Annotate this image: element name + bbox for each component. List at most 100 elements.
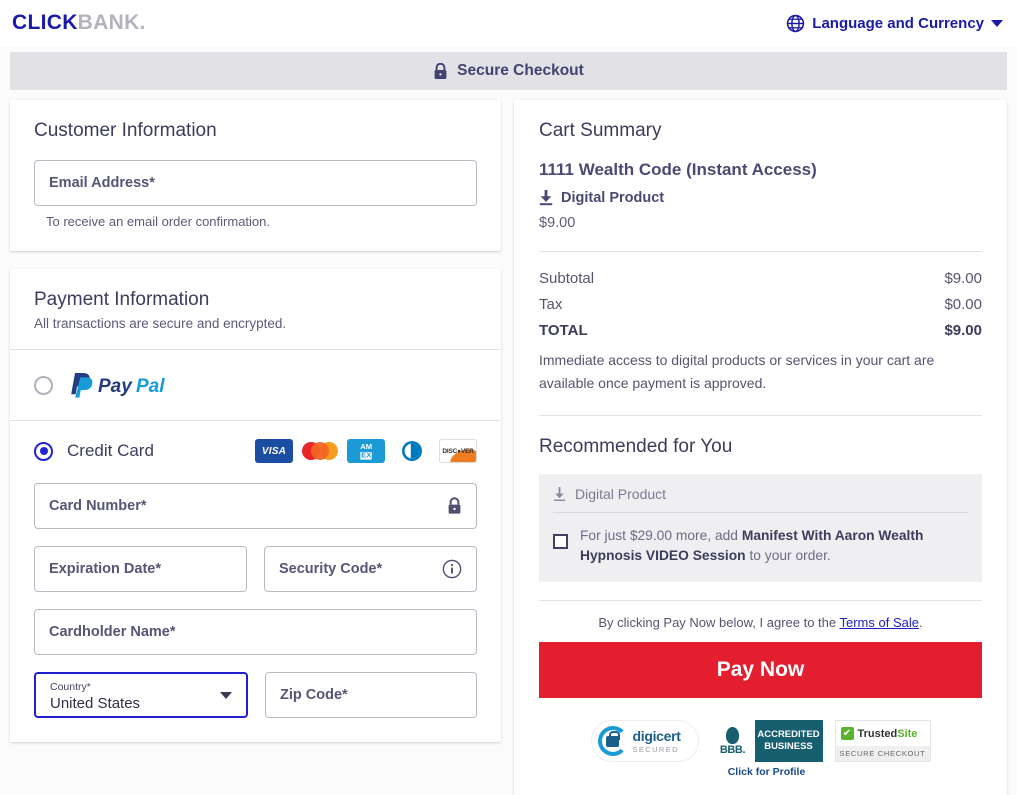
tax-label: Tax: [539, 296, 563, 313]
card-number-lock-icon: [447, 497, 462, 515]
cardholder-name-placeholder: Cardholder Name*: [49, 624, 176, 640]
language-currency-selector[interactable]: Language and Currency: [786, 14, 1003, 33]
product-type-row: Digital Product: [539, 190, 982, 206]
lock-icon: [434, 62, 447, 79]
zip-code-field[interactable]: Zip Code*: [265, 672, 477, 718]
digicert-name: digicert: [632, 727, 681, 744]
terms-of-sale-link[interactable]: Terms of Sale: [840, 615, 919, 630]
totals-note: Immediate access to digital products or …: [539, 352, 935, 392]
country-select[interactable]: Country* United States: [34, 672, 248, 718]
mastercard-icon: [301, 439, 339, 463]
card-number-placeholder: Card Number*: [49, 498, 147, 514]
total-value: $9.00: [944, 322, 982, 339]
customer-information-card: Customer Information Email Address* To r…: [10, 100, 501, 251]
country-chevron-down-icon[interactable]: [220, 692, 232, 699]
secure-checkout-label: Secure Checkout: [457, 62, 584, 79]
upsell-product-type-label: Digital Product: [575, 486, 667, 503]
globe-icon: [787, 14, 805, 32]
bbb-line1: ACCREDITED: [757, 729, 820, 741]
download-icon: [553, 486, 566, 501]
right-column: Cart Summary 1111 Wealth Code (Instant A…: [514, 100, 1007, 795]
terms-agreement-prefix: By clicking Pay Now below, I agree to th…: [598, 615, 840, 631]
divider: [539, 600, 982, 602]
page-header: CLICKBANK. Language and Currency: [0, 0, 1017, 46]
trust-badges: digicert SECURED BBB. ACCREDITED BUSINES…: [539, 720, 982, 778]
card-brand-logos: VISA AM EX DISC●VER: [255, 439, 477, 463]
upsell-checkbox[interactable]: [553, 534, 568, 550]
subtotal-label: Subtotal: [539, 270, 595, 287]
download-icon: [539, 190, 553, 206]
pay-now-button[interactable]: Pay Now: [539, 642, 982, 699]
left-column: Customer Information Email Address* To r…: [10, 100, 501, 742]
divider: [539, 415, 982, 417]
divider: [539, 251, 982, 252]
credit-card-label: Credit Card: [67, 441, 154, 460]
diners-club-icon: [393, 439, 431, 463]
payment-information-card: Payment Information All transactions are…: [10, 269, 501, 742]
digicert-sub: SECURED: [632, 744, 679, 754]
security-code-placeholder: Security Code*: [279, 561, 383, 577]
email-helper-text: To receive an email order confirmation.: [46, 214, 270, 229]
logo-text-secondary: BANK.: [77, 11, 146, 34]
logo-text-primary: CLICK: [12, 11, 78, 34]
zip-code-placeholder: Zip Code*: [280, 687, 348, 703]
discover-icon: DISC●VER: [439, 439, 477, 463]
security-code-field[interactable]: Security Code*: [264, 546, 477, 592]
customer-information-title: Customer Information: [34, 120, 217, 141]
secure-checkout-banner: Secure Checkout: [10, 52, 1007, 90]
email-field[interactable]: Email Address*: [34, 160, 477, 206]
security-code-info-icon[interactable]: [442, 559, 462, 579]
upsell-product-type-row: Digital Product: [553, 486, 968, 512]
bbb-torch-icon: [726, 726, 739, 744]
paypal-radio[interactable]: [34, 375, 53, 395]
bbb-mark: BBB.: [719, 743, 746, 756]
digicert-badge[interactable]: digicert SECURED: [590, 720, 699, 763]
payment-option-credit-card[interactable]: Credit Card VISA AM EX DISC●VER: [34, 439, 477, 463]
upsell-offer-suffix: to your order.: [745, 548, 831, 564]
cardholder-name-field[interactable]: Cardholder Name*: [34, 609, 477, 655]
totals-row-tax: Tax $0.00: [539, 296, 982, 313]
svg-text:Pal: Pal: [136, 376, 165, 397]
language-currency-label: Language and Currency: [812, 14, 984, 32]
totals-row-subtotal: Subtotal $9.00: [539, 270, 982, 287]
chevron-down-icon: [991, 19, 1003, 27]
trustedsite-name: Trusted: [857, 727, 898, 740]
country-value: United States: [50, 694, 141, 712]
cart-summary-card: Cart Summary 1111 Wealth Code (Instant A…: [514, 100, 1007, 795]
upsell-offer-prefix: For just $29.00 more, add: [580, 528, 742, 544]
paypal-logo: Pay Pal: [71, 373, 165, 398]
totals-list: Subtotal $9.00 Tax $0.00 TOTAL $9.00: [539, 270, 982, 339]
check-icon: ✔: [840, 727, 854, 741]
amex-icon: AM EX: [347, 439, 385, 463]
product-type-label: Digital Product: [561, 190, 665, 206]
clickbank-logo[interactable]: CLICKBANK.: [12, 11, 146, 35]
total-label: TOTAL: [539, 322, 588, 339]
payment-information-title: Payment Information: [34, 289, 210, 310]
email-placeholder: Email Address*: [49, 175, 155, 191]
expiration-date-field[interactable]: Expiration Date*: [34, 546, 247, 592]
product-name: 1111 Wealth Code (Instant Access): [539, 160, 817, 179]
subtotal-value: $9.00: [944, 270, 982, 287]
bbb-click-for-profile[interactable]: Click for Profile: [711, 766, 823, 778]
trustedsite-sub: SECURE CHECKOUT: [834, 746, 931, 763]
credit-card-radio[interactable]: [34, 441, 53, 461]
digicert-lock-icon: [597, 726, 628, 757]
bbb-badge[interactable]: BBB. ACCREDITED BUSINESS Click for Profi…: [710, 720, 823, 778]
bbb-line2: BUSINESS: [764, 741, 813, 753]
recommended-title: Recommended for You: [539, 436, 733, 458]
payment-option-paypal[interactable]: Pay Pal: [10, 350, 501, 420]
visa-icon: VISA: [255, 439, 293, 463]
tax-value: $0.00: [944, 296, 982, 313]
cart-line-item: 1111 Wealth Code (Instant Access) Digita…: [539, 160, 982, 231]
svg-text:Pay: Pay: [98, 376, 133, 397]
trustedsite-badge[interactable]: ✔ TrustedSite SECURE CHECKOUT: [834, 720, 931, 763]
cart-summary-title: Cart Summary: [539, 120, 662, 141]
checkout-page: CLICKBANK. Language and Currency Secure …: [0, 0, 1017, 795]
upsell-box: Digital Product For just $29.00 more, ad…: [539, 474, 982, 583]
upsell-offer-text: For just $29.00 more, add Manifest With …: [580, 526, 968, 566]
card-number-field[interactable]: Card Number*: [34, 483, 477, 529]
country-label: Country*: [50, 681, 91, 693]
payment-information-subtitle: All transactions are secure and encrypte…: [34, 316, 287, 331]
product-price: $9.00: [539, 215, 576, 231]
terms-agreement-suffix: .: [918, 615, 923, 631]
